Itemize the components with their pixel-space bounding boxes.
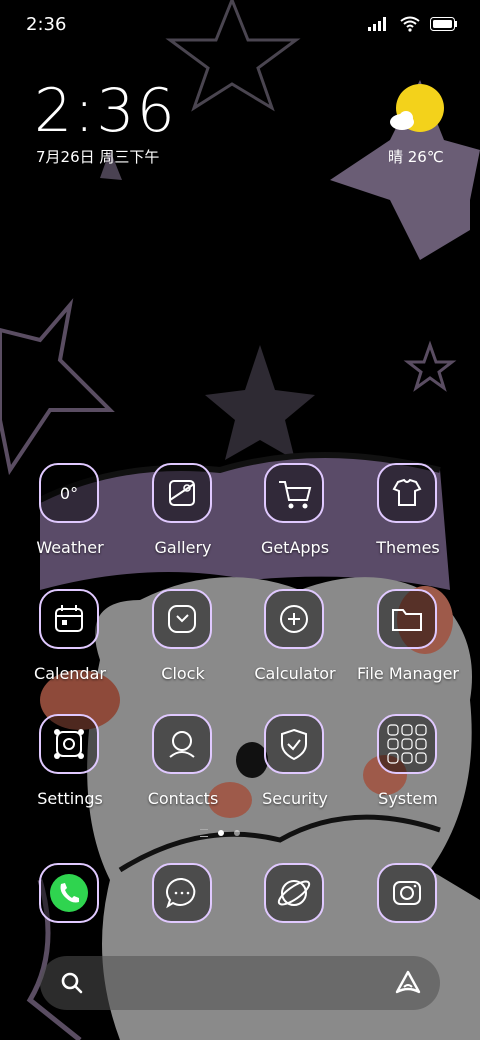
battery-icon [430,17,457,31]
assistant-icon[interactable] [394,969,422,997]
app-gallery[interactable]: Gallery [128,462,238,572]
app-label: Contacts [147,789,219,808]
app-label: Gallery [154,538,212,557]
app-system-folder[interactable]: System [353,713,463,823]
app-security[interactable]: Security [240,713,350,823]
app-label: GetApps [260,538,330,557]
shield-icon [264,714,324,774]
shirt-icon [377,463,437,523]
gear-icon [39,714,99,774]
phone-icon [39,863,99,923]
app-label: File Manager [357,664,459,683]
message-icon [152,863,212,923]
app-label: Themes [376,538,440,557]
app-clock[interactable]: Clock [128,588,238,698]
signal-icon [368,17,386,31]
app-label: Security [262,789,328,808]
app-settings[interactable]: Settings [15,713,125,823]
app-calculator[interactable]: Calculator [240,588,350,698]
search-icon [61,972,83,994]
clock-widget-date: 7月26日 周三下午 [36,148,160,166]
calculator-icon [264,589,324,649]
folder-grid-icon [377,714,437,774]
clock-widget-time[interactable]: 2:36 [34,76,177,146]
app-themes[interactable]: Themes [353,462,463,572]
sun-cloud-icon [390,84,444,132]
status-time: 2:36 [26,14,67,35]
app-label: Settings [37,789,103,808]
app-contacts[interactable]: Contacts [128,713,238,823]
cart-icon [264,463,324,523]
folder-icon [377,589,437,649]
camera-icon [377,863,437,923]
page-indicator[interactable] [200,829,240,837]
app-label: System [378,789,438,808]
app-label: Weather [36,538,104,557]
gallery-icon [152,463,212,523]
clock-icon [152,589,212,649]
page-dot [234,830,240,836]
app-label: Clock [161,664,205,683]
browser-planet-icon [264,863,324,923]
search-bar[interactable] [40,956,440,1010]
page-menu-icon [200,829,208,837]
wifi-icon [400,16,420,32]
status-icons [368,16,458,32]
weather-text: 晴 26℃ [388,148,444,166]
app-label: Calculator [254,664,336,683]
weather-icon: 0° [39,463,99,523]
contact-icon [152,714,212,774]
app-label: Calendar [34,664,106,683]
status-bar: 2:36 [0,0,480,50]
app-calendar[interactable]: Calendar [15,588,125,698]
app-weather[interactable]: 0° Weather [15,462,125,572]
page-dot-active [218,830,224,836]
app-file-manager[interactable]: File Manager [353,588,463,698]
calendar-icon [39,589,99,649]
app-getapps[interactable]: GetApps [240,462,350,572]
weather-icon-glyph: 0° [60,484,78,503]
